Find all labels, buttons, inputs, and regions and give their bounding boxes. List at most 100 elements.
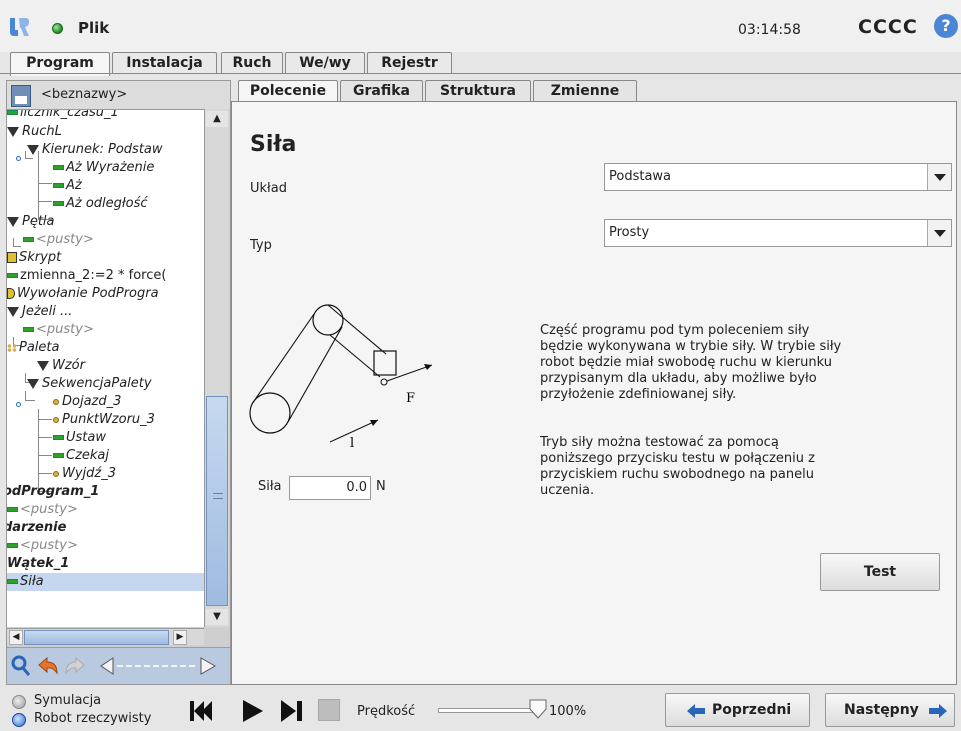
assign-icon [7, 273, 18, 278]
until-icon [53, 201, 64, 206]
tab-graphics[interactable]: Grafika [340, 80, 423, 102]
force-label: Siła [258, 479, 282, 494]
tab-structure[interactable]: Struktura [425, 80, 531, 102]
scroll-up-arrow-icon[interactable]: ▲ [206, 111, 228, 127]
step-forward-icon[interactable] [278, 698, 304, 724]
clock: 03:14:58 [738, 22, 801, 38]
tree-node[interactable]: PunktWzoru_3 [53, 411, 155, 429]
arrow-right-icon [929, 704, 947, 718]
frame-dropdown[interactable]: Podstawa [604, 163, 952, 191]
next-button[interactable]: Następny [825, 693, 955, 727]
frame-value: Podstawa [609, 169, 672, 184]
tree-node[interactable]: RuchL [7, 123, 62, 141]
bottom-bar: Symulacja Robot rzeczywisty Prędkość 100… [0, 687, 961, 731]
scroll-right-arrow-icon[interactable]: ▶ [173, 630, 187, 645]
tree-node[interactable]: zmienna_2:=2 * force( [7, 267, 166, 285]
scroll-down-arrow-icon[interactable]: ▼ [206, 609, 228, 625]
move-node-icon[interactable] [91, 655, 225, 677]
tree-node[interactable]: <pusty> [23, 231, 94, 249]
tree-node[interactable]: Ustaw [53, 429, 106, 447]
waypoint-icon [53, 398, 59, 405]
stop-icon[interactable] [318, 699, 340, 721]
tree-node[interactable]: Wyjdź_3 [53, 465, 116, 483]
chevron-down-icon[interactable] [927, 164, 951, 190]
undo-icon[interactable] [36, 655, 60, 677]
tab-variables[interactable]: Zmienne [533, 80, 637, 102]
tree-node[interactable]: Aż odległość [53, 195, 148, 213]
diagram-force-label: F [406, 391, 415, 406]
command-content: Siła Układ Podstawa Typ Prosty F l Siła … [231, 101, 957, 685]
page-title: Siła [250, 132, 297, 157]
empty-icon [7, 507, 18, 512]
set-icon [53, 435, 64, 440]
tree-node[interactable]: darzenie [7, 519, 66, 537]
tree-node[interactable]: Wątek_1 [7, 555, 69, 573]
chevron-down-icon[interactable] [927, 220, 951, 246]
loop-icon [7, 216, 19, 227]
tree-node[interactable]: SekwencjaPalety [27, 375, 152, 393]
tree-node[interactable]: Aż Wyrażenie [53, 159, 154, 177]
tab-io[interactable]: We/wy [285, 52, 365, 74]
real-robot-label: Robot rzeczywisty [34, 711, 152, 726]
real-robot-radio[interactable] [12, 713, 26, 727]
program-tree-panel: <beznazwy> licznik_czasu_1 RuchL Kierune… [6, 80, 231, 685]
simulation-radio[interactable] [12, 695, 26, 709]
speed-slider[interactable] [438, 708, 538, 713]
tree-node[interactable]: odProgram_1 [7, 483, 99, 501]
tree-node[interactable]: Wzór [37, 357, 85, 375]
tree-node[interactable]: <pusty> [7, 501, 78, 519]
tree-node[interactable]: Paleta [7, 339, 59, 357]
tree-node[interactable]: Aż [53, 177, 82, 195]
tab-move[interactable]: Ruch [221, 52, 283, 74]
tree-node[interactable]: <pusty> [7, 537, 78, 555]
previous-button[interactable]: Poprzedni [665, 693, 810, 727]
description-paragraph: Część programu pod tym poleceniem siły b… [540, 323, 842, 402]
type-dropdown[interactable]: Prosty [604, 219, 952, 247]
scroll-thumb[interactable] [24, 630, 169, 645]
tree-vertical-scrollbar[interactable]: ▲ ▼ [204, 109, 229, 627]
speed-label: Prędkość [357, 704, 416, 719]
speed-slider-handle[interactable] [529, 699, 547, 719]
tree-node[interactable]: Czekaj [53, 447, 109, 465]
direction-icon [27, 144, 39, 155]
tree-horizontal-scrollbar[interactable]: ◀ ▶ [7, 628, 204, 645]
tree-node[interactable]: Kierunek: Podstaw [27, 141, 163, 159]
robot-status-indicator [52, 23, 63, 34]
tree-node[interactable]: Wywołanie PodProgra [7, 285, 159, 303]
tree-node[interactable]: Pętla [7, 213, 55, 231]
waypoint-icon [53, 416, 59, 423]
pattern-icon [37, 360, 49, 371]
program-tree[interactable]: licznik_czasu_1 RuchL Kierunek: Podstaw … [7, 109, 204, 627]
tab-divider [0, 73, 961, 74]
file-bar: <beznazwy> [7, 81, 230, 109]
tab-log[interactable]: Rejestr [367, 52, 452, 74]
program-file-name: <beznazwy> [41, 87, 128, 102]
tree-node[interactable]: Skrypt [7, 249, 61, 267]
type-value: Prosty [609, 225, 650, 240]
speed-value: 100% [549, 704, 587, 719]
force-icon [7, 579, 18, 584]
tree-node-selected[interactable]: Siła [7, 573, 204, 591]
test-button[interactable]: Test [820, 553, 940, 591]
tree-node[interactable]: Dojazd_3 [53, 393, 121, 411]
scroll-left-arrow-icon[interactable]: ◀ [9, 630, 23, 645]
force-frame-diagram: F l [249, 304, 433, 451]
tree-node[interactable]: <pusty> [23, 321, 94, 339]
tree-node[interactable]: licznik_czasu_1 [7, 110, 119, 122]
scroll-thumb[interactable] [206, 396, 228, 606]
tree-node[interactable]: Jeżeli ... [7, 303, 72, 321]
help-icon[interactable]: ? [934, 14, 958, 38]
save-icon[interactable] [11, 85, 31, 107]
skip-back-icon[interactable] [188, 698, 214, 724]
force-input[interactable]: 0.0 [289, 476, 371, 500]
tab-installation[interactable]: Instalacja [112, 52, 217, 74]
until-icon [53, 183, 64, 188]
tree-toolbar [7, 647, 230, 684]
search-icon[interactable] [11, 655, 31, 677]
redo-icon[interactable] [63, 655, 87, 677]
play-icon[interactable] [239, 698, 265, 724]
diagram-length-label: l [350, 436, 354, 451]
node-editor-panel: Polecenie Grafika Struktura Zmienne Siła… [231, 80, 957, 685]
file-menu[interactable]: Plik [78, 19, 109, 37]
script-icon [7, 252, 17, 263]
